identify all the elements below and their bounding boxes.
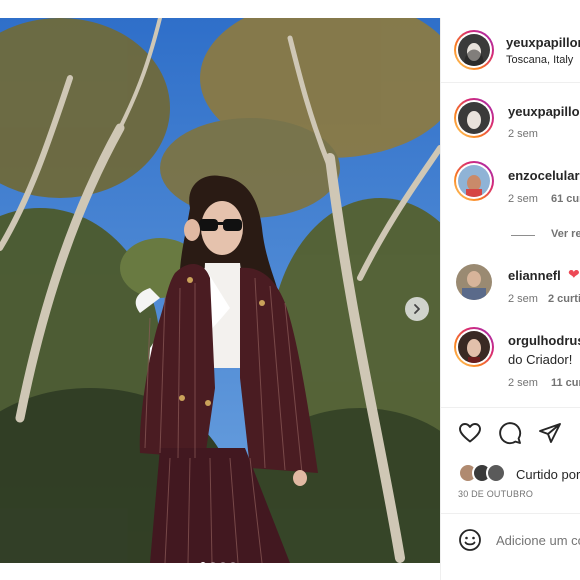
comment-username[interactable]: eliannefl <box>508 268 561 283</box>
comment-username[interactable]: yeuxpapillon <box>508 104 580 119</box>
comment-username[interactable]: enzocelular <box>508 168 580 183</box>
comment-input[interactable] <box>496 529 580 551</box>
top-strip <box>0 0 580 18</box>
comment-like-count[interactable]: 61 curtidas <box>551 193 580 205</box>
comment-avatar[interactable] <box>456 264 492 300</box>
share-button[interactable] <box>538 421 562 450</box>
comment-avatar[interactable] <box>454 327 494 367</box>
header-divider <box>441 82 580 83</box>
comment-username[interactable]: orgulhodrusso <box>508 333 580 348</box>
speech-bubble-icon <box>499 422 522 445</box>
emoji-button[interactable] <box>458 528 482 557</box>
post-location[interactable]: Toscana, Italy <box>506 54 573 66</box>
like-button[interactable] <box>458 421 482 450</box>
owner-avatar[interactable] <box>454 30 494 70</box>
comment-avatar[interactable] <box>454 98 494 138</box>
liker-avatar[interactable] <box>486 463 506 483</box>
post-side-panel: yeuxpapillon Toscana, Italy yeuxpapillon… <box>440 18 580 580</box>
comment-time: 2 sem <box>508 293 538 305</box>
next-image-button[interactable] <box>405 297 429 321</box>
comment-button[interactable] <box>498 421 522 450</box>
comment-text: ❤ <box>568 266 580 282</box>
view-replies-link[interactable]: Ver respostas <box>551 228 580 240</box>
liked-by-text[interactable]: Curtido por <box>516 467 580 482</box>
comment-avatar[interactable] <box>454 161 494 201</box>
actions-divider <box>441 407 580 408</box>
heart-icon <box>459 423 481 443</box>
paper-plane-icon <box>539 423 561 443</box>
bottom-strip <box>0 563 440 580</box>
comment-time: 2 sem <box>508 377 538 389</box>
comment-like-count[interactable]: 2 curtidas <box>548 293 580 305</box>
post-date[interactable]: 30 DE OUTUBRO <box>458 489 533 499</box>
replies-line <box>511 235 535 236</box>
comment-text: do Criador! <box>508 352 573 367</box>
comment-time: 2 sem <box>508 193 538 205</box>
smiley-icon <box>459 529 481 551</box>
post-photo[interactable] <box>0 18 440 563</box>
comment-time: 2 sem <box>508 128 538 140</box>
comment-box-divider <box>441 513 580 514</box>
comment-like-count[interactable]: 11 curtidas <box>551 377 580 389</box>
owner-username[interactable]: yeuxpapillon <box>506 35 580 50</box>
chevron-right-icon <box>414 304 420 314</box>
